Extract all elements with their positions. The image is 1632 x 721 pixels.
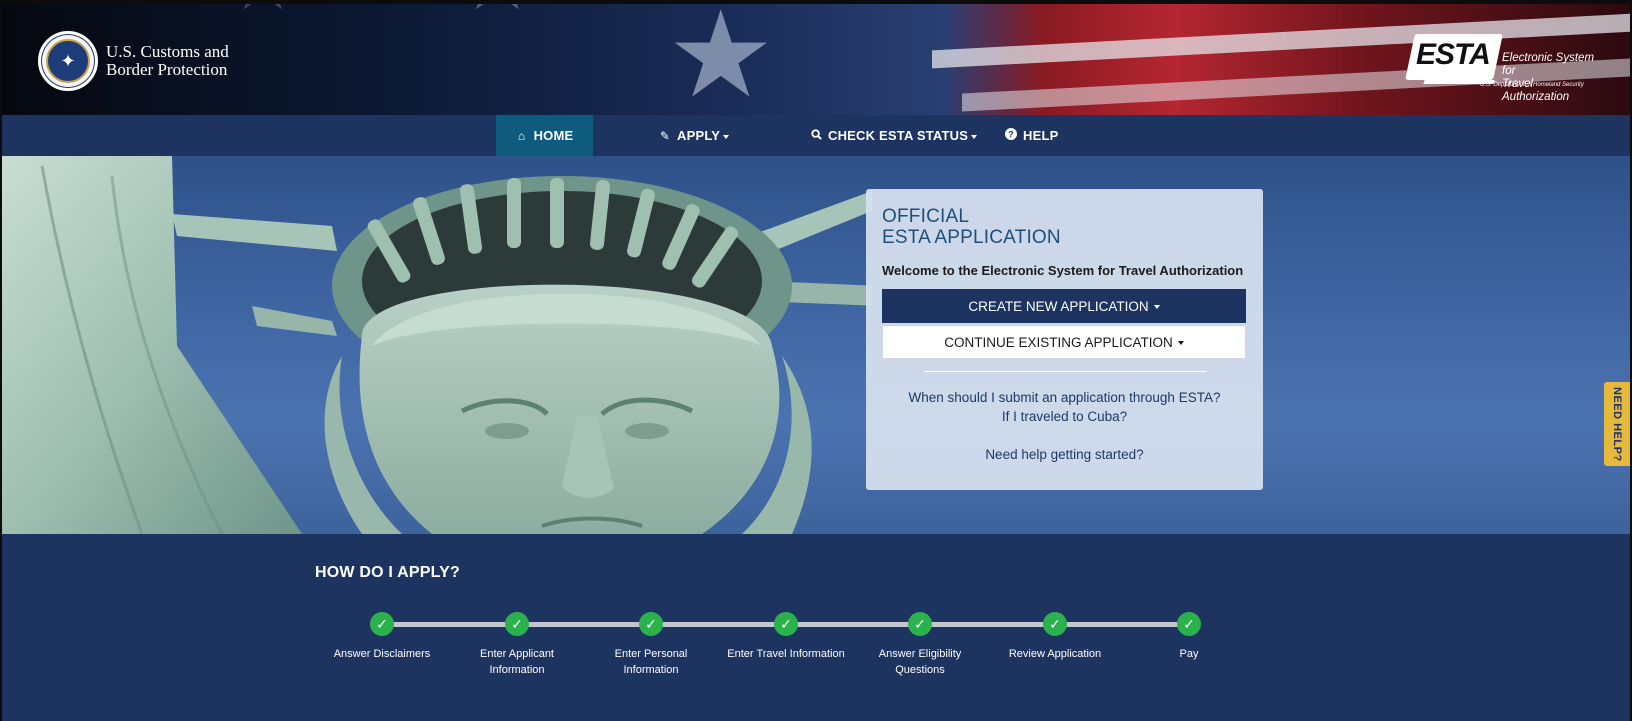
continue-existing-application-button[interactable]: CONTINUE EXISTING APPLICATION <box>882 325 1246 359</box>
step-label-line1: Pay <box>1179 648 1199 660</box>
nav-help-label: HELP <box>1023 128 1059 143</box>
flag-star: ★ <box>667 4 775 115</box>
application-card: OFFICIAL ESTA APPLICATION Welcome to the… <box>866 189 1263 490</box>
check-icon: ✓ <box>505 612 529 636</box>
step-enter-applicant-information: ✓ Enter Applicant Information <box>457 612 577 678</box>
step-label: Answer Eligibility Questions <box>860 646 980 678</box>
step-label-line1: Review Application <box>1008 648 1102 660</box>
dhs-seal-icon: ✦ <box>38 31 98 91</box>
card-title: OFFICIAL ESTA APPLICATION <box>882 206 1061 248</box>
chevron-down-icon <box>1153 305 1160 309</box>
flag-star: ★ <box>227 4 299 22</box>
step-answer-eligibility-questions: ✓ Answer Eligibility Questions <box>860 612 980 678</box>
step-label-line1: Enter Personal <box>614 648 688 660</box>
card-divider <box>924 371 1206 372</box>
step-label: Review Application <box>995 646 1115 662</box>
nav-home-label: HOME <box>533 128 574 143</box>
step-enter-travel-information: ✓ Enter Travel Information <box>716 612 856 662</box>
cbp-logo[interactable]: ✦ U.S. Customs and Border Protection <box>38 31 229 91</box>
main-nav: ⌂ HOME ✎ APPLY CHECK ESTA STATUS ? HELP <box>2 115 1630 156</box>
nav-check-status-label: CHECK ESTA STATUS <box>828 128 969 143</box>
need-help-label: NEED HELP? <box>1611 386 1623 462</box>
agency-name: U.S. Customs and Border Protection <box>106 43 229 79</box>
chevron-down-icon <box>971 134 978 139</box>
continue-existing-application-label: CONTINUE EXISTING APPLICATION <box>944 334 1173 350</box>
hero-section: OFFICIAL ESTA APPLICATION Welcome to the… <box>2 156 1630 534</box>
step-review-application: ✓ Review Application <box>995 612 1115 662</box>
step-label-line1: Answer Eligibility <box>878 648 962 660</box>
step-label-line2: Questions <box>895 664 945 676</box>
check-icon: ✓ <box>639 612 663 636</box>
how-to-apply-title: HOW DO I APPLY? <box>315 564 460 581</box>
step-label: Answer Disclaimers <box>322 646 442 662</box>
card-title-line2: ESTA APPLICATION <box>882 227 1061 248</box>
getting-started-help-link[interactable]: Need help getting started? <box>866 447 1263 462</box>
need-help-tab[interactable]: NEED HELP? <box>1604 382 1630 466</box>
step-pay: ✓ Pay <box>1129 612 1249 662</box>
search-icon <box>810 128 822 143</box>
check-icon: ✓ <box>1177 612 1201 636</box>
nav-apply[interactable]: ✎ APPLY <box>659 115 730 156</box>
step-label-line1: Enter Travel Information <box>727 648 845 660</box>
welcome-text: Welcome to the Electronic System for Tra… <box>882 263 1244 278</box>
step-answer-disclaimers: ✓ Answer Disclaimers <box>322 612 442 662</box>
question-circle-icon: ? <box>1005 128 1017 143</box>
esta-dhs-text: U.S. Department of Homeland Security <box>1480 82 1584 88</box>
nav-home[interactable]: ⌂ HOME <box>496 115 593 156</box>
check-icon: ✓ <box>370 612 394 636</box>
site-header: ★ ★ ★ ✦ U.S. Customs and Border Protecti… <box>2 4 1630 115</box>
card-title-line1: OFFICIAL <box>882 206 970 227</box>
create-new-application-button[interactable]: CREATE NEW APPLICATION <box>882 289 1246 323</box>
nav-apply-label: APPLY <box>677 128 721 143</box>
agency-name-line2: Border Protection <box>106 60 228 79</box>
esta-mark: ESTA <box>1416 38 1491 71</box>
cuba-travel-link[interactable]: If I traveled to Cuba? <box>866 409 1263 424</box>
step-label-line2: Information <box>489 664 545 676</box>
esta-desc-line1: Electronic System for <box>1502 52 1595 77</box>
nav-check-status[interactable]: CHECK ESTA STATUS <box>810 115 978 156</box>
home-icon: ⌂ <box>517 128 526 143</box>
step-label-line1: Answer Disclaimers <box>333 648 431 660</box>
statue-of-liberty-image <box>2 156 872 534</box>
check-icon: ✓ <box>908 612 932 636</box>
agency-name-line1: U.S. Customs and <box>106 42 229 61</box>
esta-description: Electronic System for Travel Authorizati… <box>1502 52 1600 104</box>
esta-logo[interactable]: ESTA Electronic System for Travel Author… <box>1405 30 1600 103</box>
step-enter-personal-information: ✓ Enter Personal Information <box>591 612 711 678</box>
step-label: Pay <box>1129 646 1249 662</box>
chevron-down-icon <box>723 134 730 139</box>
pencil-icon: ✎ <box>659 128 671 143</box>
step-label: Enter Personal Information <box>591 646 711 678</box>
check-icon: ✓ <box>774 612 798 636</box>
step-label-line2: Information <box>623 664 679 676</box>
create-new-application-label: CREATE NEW APPLICATION <box>968 298 1149 314</box>
step-label: Enter Travel Information <box>716 646 856 662</box>
nav-help[interactable]: ? HELP <box>1005 115 1058 156</box>
step-label-line1: Enter Applicant <box>480 648 554 660</box>
step-label: Enter Applicant Information <box>457 646 577 678</box>
esta-page: ★ ★ ★ ✦ U.S. Customs and Border Protecti… <box>2 4 1630 721</box>
chevron-down-icon <box>1177 341 1184 345</box>
check-icon: ✓ <box>1043 612 1067 636</box>
flag-star: ★ <box>457 4 538 24</box>
svg-text:?: ? <box>1008 130 1014 140</box>
when-to-submit-link[interactable]: When should I submit an application thro… <box>866 390 1263 405</box>
how-to-apply-section: HOW DO I APPLY? ✓ Answer Disclaimers ✓ E… <box>2 534 1630 721</box>
